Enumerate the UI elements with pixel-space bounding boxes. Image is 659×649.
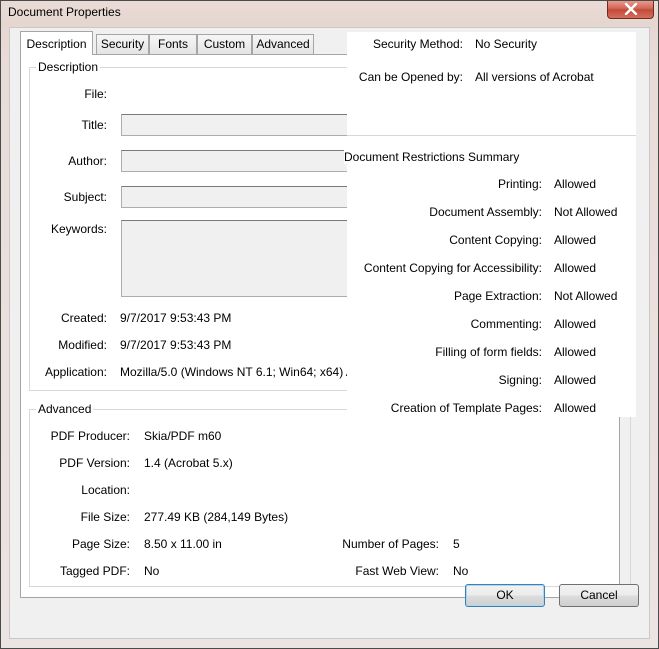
subject-label: Subject: bbox=[63, 190, 107, 204]
tab-description[interactable]: Description bbox=[20, 31, 93, 55]
security-panel: Security Method: No Security Can be Open… bbox=[344, 32, 636, 417]
page-size-label: Page Size: bbox=[71, 537, 130, 551]
number-of-pages-value: 5 bbox=[453, 537, 460, 551]
tab-security[interactable]: Security bbox=[96, 34, 149, 54]
can-be-opened-label: Can be Opened by: bbox=[358, 70, 463, 84]
restriction-label: Signing: bbox=[498, 373, 542, 387]
title-label: Title: bbox=[81, 118, 107, 132]
title-field[interactable] bbox=[121, 114, 361, 136]
modified-value: 9/7/2017 9:53:43 PM bbox=[120, 338, 232, 352]
window-title: Document Properties bbox=[8, 5, 121, 19]
restriction-label: Page Extraction: bbox=[453, 289, 542, 303]
restriction-value: Allowed bbox=[554, 261, 597, 275]
modified-label: Modified: bbox=[58, 338, 107, 352]
restriction-value: Allowed bbox=[554, 373, 597, 387]
page-size-value: 8.50 x 11.00 in bbox=[144, 537, 222, 551]
pdf-producer-value: Skia/PDF m60 bbox=[144, 429, 222, 443]
number-of-pages-label: Number of Pages: bbox=[342, 537, 439, 551]
tab-advanced[interactable]: Advanced bbox=[252, 34, 314, 54]
restriction-value: Allowed bbox=[554, 177, 597, 191]
tagged-pdf-label: Tagged PDF: bbox=[59, 564, 130, 578]
keywords-field[interactable] bbox=[121, 220, 361, 297]
restriction-value: Not Allowed bbox=[554, 205, 618, 219]
restriction-label: Creation of Template Pages: bbox=[390, 401, 542, 415]
restriction-value: Not Allowed bbox=[554, 289, 618, 303]
author-label: Author: bbox=[68, 154, 107, 168]
restriction-value: Allowed bbox=[554, 233, 597, 247]
close-icon bbox=[624, 3, 638, 15]
restriction-value: Allowed bbox=[554, 345, 597, 359]
fast-web-view-label: Fast Web View: bbox=[355, 564, 439, 578]
restriction-label: Content Copying: bbox=[449, 233, 542, 247]
subject-field[interactable] bbox=[121, 186, 361, 208]
advanced-group-label: Advanced bbox=[36, 402, 94, 416]
application-label: Application: bbox=[44, 365, 107, 379]
restriction-value: Allowed bbox=[554, 401, 597, 415]
restriction-value: Allowed bbox=[554, 317, 597, 331]
pdf-version-value: 1.4 (Acrobat 5.x) bbox=[144, 456, 233, 470]
file-label: File: bbox=[84, 87, 107, 101]
can-be-opened-value: All versions of Acrobat bbox=[475, 70, 594, 84]
pdf-version-label: PDF Version: bbox=[59, 456, 130, 470]
tab-fonts[interactable]: Fonts bbox=[149, 34, 197, 54]
title-bar[interactable]: Document Properties bbox=[1, 1, 658, 25]
tab-custom[interactable]: Custom bbox=[197, 34, 252, 54]
author-field[interactable] bbox=[121, 150, 361, 172]
cancel-button[interactable]: Cancel bbox=[559, 584, 639, 607]
security-method-label: Security Method: bbox=[372, 37, 463, 51]
document-properties-window: Document Properties Description Security… bbox=[0, 0, 659, 649]
fast-web-view-value: No bbox=[453, 564, 469, 578]
description-group-label: Description bbox=[36, 60, 101, 74]
restriction-label: Printing: bbox=[497, 177, 542, 191]
security-method-value: No Security bbox=[475, 37, 538, 51]
restriction-label: Commenting: bbox=[470, 317, 542, 331]
restriction-label: Content Copying for Accessibility: bbox=[363, 261, 542, 275]
file-size-value: 277.49 KB (284,149 Bytes) bbox=[144, 510, 289, 524]
pdf-producer-label: PDF Producer: bbox=[50, 429, 130, 443]
restriction-label: Document Assembly: bbox=[429, 205, 542, 219]
ok-button[interactable]: OK bbox=[465, 584, 545, 607]
file-size-label: File Size: bbox=[80, 510, 130, 524]
created-label: Created: bbox=[60, 311, 107, 325]
restriction-label: Filling of form fields: bbox=[435, 345, 542, 359]
application-value: Mozilla/5.0 (Windows NT 6.1; Win64; x64)… bbox=[120, 365, 354, 379]
restrictions-summary-label: Document Restrictions Summary bbox=[344, 150, 520, 164]
created-value: 9/7/2017 9:53:43 PM bbox=[120, 311, 232, 325]
close-button[interactable] bbox=[607, 1, 654, 19]
restrictions-divider bbox=[347, 135, 636, 136]
tagged-pdf-value: No bbox=[144, 564, 160, 578]
keywords-label: Keywords: bbox=[50, 222, 107, 236]
location-label: Location: bbox=[81, 483, 130, 497]
